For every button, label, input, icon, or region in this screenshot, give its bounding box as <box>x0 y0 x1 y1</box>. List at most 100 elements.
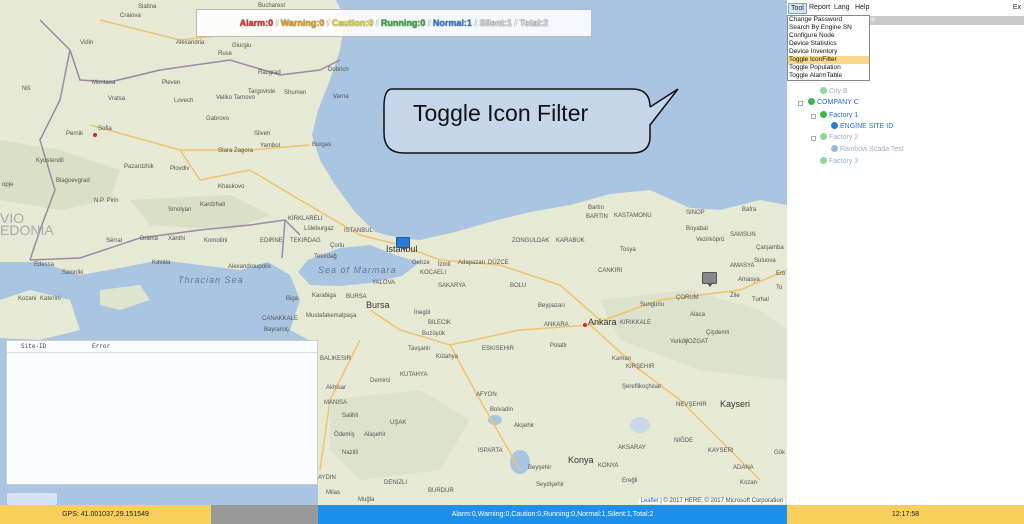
map-label: ADANA <box>733 465 754 471</box>
warning-count: Warning:0 <box>280 18 325 28</box>
map-label: Khaskovo <box>218 184 245 190</box>
map-label: Vratsa <box>108 96 126 102</box>
menu-item-device-inventory[interactable]: Device Inventory <box>788 48 869 56</box>
map-label: AFYON <box>476 392 497 398</box>
menu-item-device-statistics[interactable]: Device Statistics <box>788 40 869 48</box>
map-label: Ankara <box>588 317 617 327</box>
map-label: ZONGULDAK <box>512 238 550 244</box>
tool-menu-dropdown: Change Password Search By Engine SN Conf… <box>787 15 870 81</box>
menu-bar: Tool Report Lang Help Ex <box>787 3 1024 14</box>
node-icon <box>808 98 815 105</box>
map-label: SAKARYA <box>438 283 466 289</box>
node-icon <box>820 157 827 164</box>
map-label: Akşehir <box>514 423 535 429</box>
clock: 12:17:58 <box>787 505 1024 524</box>
tree-node-company-c[interactable]: COMPANY C <box>808 98 859 106</box>
map-label: Beypazarı <box>538 303 566 309</box>
map-label: KIRIKKALE <box>620 320 652 326</box>
map-label: MANISA <box>324 400 348 406</box>
tree-node-label: ENGINE SITE ID <box>840 123 894 130</box>
silent-count: Silent:1 <box>479 18 512 28</box>
map-label: Giurgiu <box>232 43 252 49</box>
map-label: Gebze <box>412 260 430 266</box>
running-count: Running:0 <box>380 18 426 28</box>
map-label: Gabrovo <box>206 116 230 122</box>
map-label: Bafra <box>742 207 757 213</box>
menu-item-change-password[interactable]: Change Password <box>788 16 869 24</box>
map-label: İzmit <box>438 262 451 268</box>
map-label: Çorlu <box>330 243 345 249</box>
map-label: ANKARA <box>544 322 569 328</box>
site-marker-gray[interactable] <box>702 272 717 287</box>
map-label: Polatlı <box>550 343 567 349</box>
summary-separator: / <box>273 18 281 28</box>
tree-node-factory-3[interactable]: Factory 3 <box>820 157 858 165</box>
map-label: Smolyan <box>168 207 192 213</box>
menu-exit[interactable]: Ex <box>1011 3 1023 12</box>
map-label: Plovdiv <box>170 166 190 172</box>
map-label: Şereflikoçhisar <box>622 384 662 390</box>
map-label: Amasya <box>738 277 760 283</box>
map-label: KOCAELI <box>420 270 447 276</box>
map-label: Demirci <box>370 378 391 384</box>
alarm-count: Alarm:0 <box>239 18 274 28</box>
tree-node-label: COMPANY C <box>817 99 859 106</box>
menu-lang[interactable]: Lang <box>832 3 852 12</box>
menu-item-toggle-population[interactable]: Toggle Population <box>788 64 869 72</box>
tree-node-city-b[interactable]: City B <box>820 87 848 95</box>
map-label: KARABUK <box>556 238 585 244</box>
menu-item-toggle-icon-filter[interactable]: Toggle IconFilter <box>788 56 869 64</box>
status-summary-overlay: Alarm:0 / Warning:0 / Caution:0 / Runnin… <box>196 9 592 37</box>
map-label: Saloníki <box>62 270 84 276</box>
tree-node-factory-1[interactable]: Factory 1 <box>820 111 858 119</box>
map-label: DENIZLI <box>384 480 408 486</box>
site-marker-blue[interactable] <box>396 237 410 251</box>
menu-item-toggle-alarm-table[interactable]: Toggle AlarmTable <box>788 72 869 80</box>
map-label: Ereğli <box>622 478 638 484</box>
map-label: AMASYA <box>730 263 755 269</box>
map-label: ISTANBUL <box>344 228 373 234</box>
tree-node-factory-2[interactable]: Factory 2 <box>820 133 858 141</box>
gps-readout: GPS: 41.001037,29.151549 <box>0 505 211 524</box>
leaflet-link[interactable]: Leaflet <box>641 498 659 504</box>
map-label: Seydişehir <box>536 482 565 488</box>
map-label: To <box>776 285 783 291</box>
caution-count: Caution:0 <box>331 18 374 28</box>
menu-item-configure-node[interactable]: Configure Node <box>788 32 869 40</box>
map-label: EDIRNE <box>260 238 283 244</box>
map-label: Vidin <box>80 40 94 46</box>
tree-node-engine-site[interactable]: ENGINE SITE ID <box>831 122 893 130</box>
map-label: Salihli <box>342 413 359 419</box>
map-label: Bozüyük <box>422 331 446 337</box>
map-label: Yerköy <box>670 339 689 345</box>
map-label: Kateríni <box>40 296 61 302</box>
map-label: CANAKKALE <box>262 316 299 322</box>
expand-toggle-icon[interactable] <box>811 114 816 119</box>
map-label: NEVŞEHIR <box>676 402 707 408</box>
tree-node-label: Factory 2 <box>829 134 859 141</box>
menu-help[interactable]: Help <box>853 3 871 12</box>
map-label: Zile <box>730 293 740 299</box>
map-label: ISPARTA <box>478 448 503 454</box>
map-label: BURDUR <box>428 488 454 494</box>
map-label: UŞAK <box>390 420 407 426</box>
zoom-control[interactable] <box>7 493 57 505</box>
map-label: Çarşamba <box>756 245 784 251</box>
callout-text: Toggle Icon Filter <box>413 100 589 126</box>
map-label: BURSA <box>346 294 367 300</box>
menu-report[interactable]: Report <box>807 3 832 12</box>
map-label: Turhal <box>752 297 769 303</box>
menu-item-search-engine-sn[interactable]: Search By Engine SN <box>788 24 869 32</box>
expand-toggle-icon[interactable] <box>798 101 803 106</box>
site-icon <box>831 145 838 152</box>
map-label: Konya <box>568 455 594 465</box>
map-label: Stara Zagora <box>218 148 254 154</box>
tree-node-rainbow-scada[interactable]: Rainbow Scada Test <box>831 145 904 153</box>
expand-toggle-icon[interactable] <box>811 136 816 141</box>
column-error: Error <box>92 343 111 350</box>
map-label: KONYA <box>598 463 619 469</box>
map-view[interactable]: Slatina Bucharest Craiova Vidin Alexandr… <box>0 0 787 505</box>
summary-separator: / <box>425 18 433 28</box>
map-label: Vezirköprü <box>696 237 725 243</box>
menu-tool[interactable]: Tool <box>788 3 807 14</box>
